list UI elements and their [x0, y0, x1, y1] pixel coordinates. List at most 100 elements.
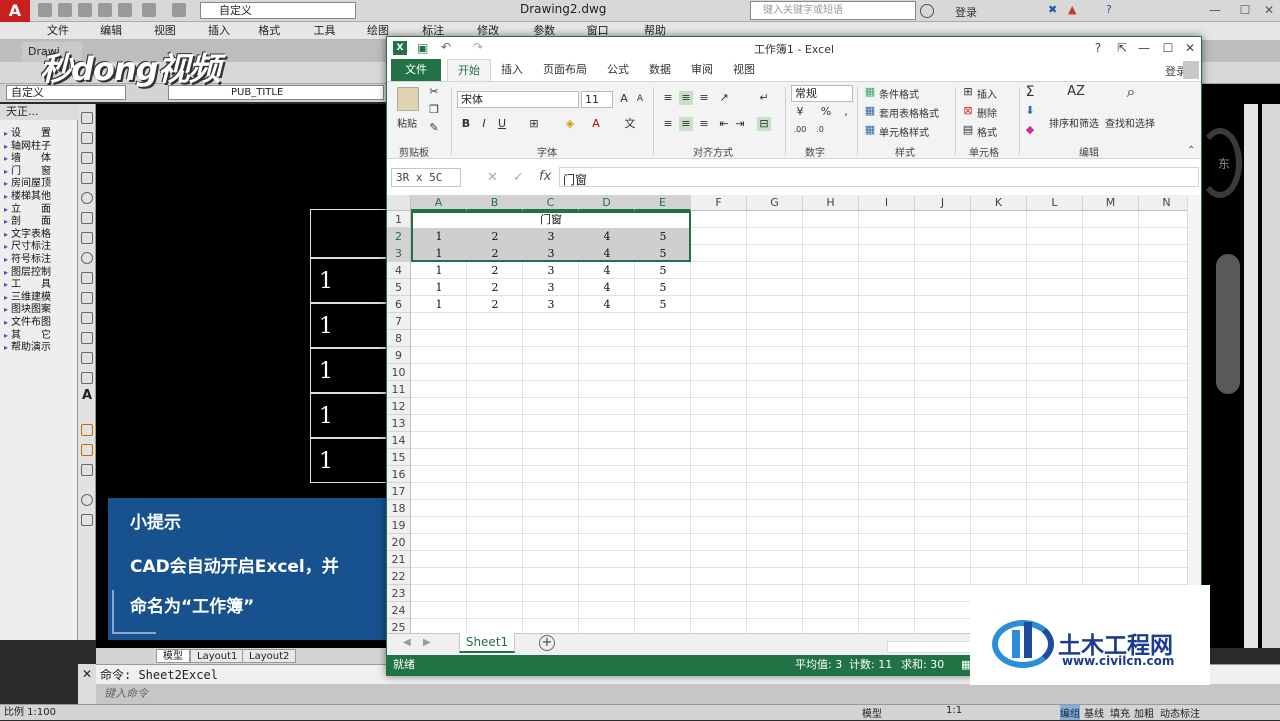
align-middle-icon[interactable]: ≡	[679, 91, 693, 105]
status-dynamic-dim[interactable]: 动态标注	[1160, 705, 1200, 720]
tab-file[interactable]: 文件	[391, 59, 441, 81]
open-file-icon[interactable]	[58, 3, 72, 17]
tz-item-symbol[interactable]: 符号标注	[4, 254, 76, 267]
table-cell[interactable]: 5	[635, 262, 691, 279]
search-input[interactable]: 键入关键字或短语	[750, 1, 916, 20]
row-header[interactable]: 16	[387, 466, 411, 483]
vertical-scrollbar[interactable]	[1187, 195, 1201, 633]
cell-style-icon[interactable]: ▦	[863, 123, 877, 137]
minimize-icon[interactable]: —	[1200, 0, 1230, 20]
fill-icon[interactable]: ⬇	[1023, 104, 1037, 118]
cell-style-button[interactable]: 单元格样式	[879, 124, 929, 139]
menu-tools[interactable]: 工具(T)	[305, 22, 358, 55]
excel-minimize-icon[interactable]: —	[1133, 39, 1155, 57]
table-cell[interactable]: 5	[635, 279, 691, 296]
table-cell[interactable]: 1	[411, 279, 467, 296]
format-painter-icon[interactable]: ✎	[427, 121, 441, 135]
align-center-icon[interactable]: ≡	[679, 117, 693, 131]
insert-cells-button[interactable]: 插入	[977, 86, 997, 101]
copy-icon[interactable]: ❐	[427, 103, 441, 117]
autosum-icon[interactable]: Σ	[1023, 85, 1037, 99]
border-icon[interactable]: ⊞	[527, 117, 541, 131]
table-cell[interactable]: 5	[635, 296, 691, 313]
phonetic-icon[interactable]: 文	[623, 117, 637, 131]
circle-tool-icon[interactable]	[81, 192, 93, 204]
select-all-corner[interactable]	[387, 195, 411, 211]
tab-page-layout[interactable]: 页面布局	[533, 59, 597, 81]
formula-input[interactable]	[559, 167, 1199, 187]
sort-filter-icon[interactable]: AZ	[1065, 85, 1087, 111]
tab-view[interactable]: 视图	[723, 59, 765, 81]
row-header[interactable]: 25	[387, 619, 411, 633]
print-icon[interactable]	[118, 3, 132, 17]
cancel-formula-icon[interactable]: ✕	[487, 170, 498, 185]
tab-review[interactable]: 审阅	[681, 59, 723, 81]
table-cell[interactable]: 4	[579, 279, 635, 296]
table-cell[interactable]: 1	[411, 262, 467, 279]
cut-icon[interactable]: ✂	[427, 85, 441, 99]
percent-icon[interactable]: %	[819, 105, 833, 119]
row-header[interactable]: 19	[387, 517, 411, 534]
row-header[interactable]: 22	[387, 568, 411, 585]
column-header[interactable]: I	[859, 195, 915, 211]
save-icon[interactable]	[78, 3, 92, 17]
merge-center-icon[interactable]: ⊟	[757, 117, 771, 131]
navigation-bar[interactable]	[1216, 254, 1240, 394]
table-cell[interactable]: 3	[523, 279, 579, 296]
conditional-format-button[interactable]: 条件格式	[879, 86, 919, 101]
row-header[interactable]: 6	[387, 296, 411, 313]
row-header[interactable]: 9	[387, 347, 411, 364]
worksheet-grid[interactable]: ABCDEFGHIJKLMN 1 2 3 4 5 6 7 8 9 10 11 12 13 14 15 16 17…	[387, 195, 1187, 633]
help-icon[interactable]: ?	[1106, 3, 1112, 16]
number-format-select[interactable]: 常规	[791, 85, 853, 102]
new-file-icon[interactable]	[38, 3, 52, 17]
column-header[interactable]: N	[1139, 195, 1187, 211]
decrease-decimal-icon[interactable]: .0	[813, 123, 827, 137]
user-avatar[interactable]	[1183, 61, 1199, 79]
enter-formula-icon[interactable]: ✓	[513, 170, 524, 185]
row-header[interactable]: 20	[387, 534, 411, 551]
increase-indent-icon[interactable]: ⇥	[733, 117, 747, 131]
align-bottom-icon[interactable]: ≡	[697, 91, 711, 105]
sort-filter-button[interactable]: 排序和筛选	[1049, 115, 1099, 130]
save-as-icon[interactable]	[98, 3, 112, 17]
table-cell[interactable]: 2	[467, 279, 523, 296]
tz-item-room-roof[interactable]: 房间屋顶	[4, 178, 76, 191]
tz-item-dimension[interactable]: 尺寸标注	[4, 241, 76, 254]
tz-item-wall[interactable]: 墙 体	[4, 153, 76, 166]
tab-layout1[interactable]: Layout1	[190, 649, 245, 663]
exchange-icon[interactable]: ✖	[1048, 3, 1057, 16]
find-select-icon[interactable]: ⌕	[1119, 84, 1143, 111]
redo-icon[interactable]	[172, 3, 186, 17]
autodesk-a360-icon[interactable]: ▲	[1068, 3, 1076, 16]
underline-icon[interactable]: U	[495, 117, 509, 131]
column-header[interactable]: K	[971, 195, 1027, 211]
paint-tool-icon[interactable]	[81, 424, 93, 436]
menu-format[interactable]: 格式(O)	[249, 22, 304, 55]
row-header[interactable]: 15	[387, 449, 411, 466]
menu-file[interactable]: 文件(F)	[38, 22, 91, 55]
table-cell[interactable]: 2	[467, 262, 523, 279]
table-cell[interactable]: 4	[579, 262, 635, 279]
fill-color-icon[interactable]: ◈	[563, 117, 577, 131]
table-cell[interactable]: 2	[467, 296, 523, 313]
point-tool-icon[interactable]	[81, 292, 93, 304]
column-header[interactable]: J	[915, 195, 971, 211]
tab-layout2[interactable]: Layout2	[242, 649, 297, 663]
table-cell[interactable]: 3	[523, 262, 579, 279]
column-header[interactable]: M	[1083, 195, 1139, 211]
row-header[interactable]: 24	[387, 602, 411, 619]
font-name-select[interactable]: 宋体	[457, 91, 579, 108]
polyline-tool-icon[interactable]	[81, 132, 93, 144]
login-link[interactable]: 登录	[955, 4, 977, 20]
table-format-icon[interactable]: ▦	[863, 104, 877, 118]
status-model[interactable]: 模型	[862, 705, 882, 720]
menu-insert[interactable]: 插入(I)	[199, 22, 249, 55]
arc-tool-icon[interactable]	[81, 212, 93, 224]
row-header[interactable]: 4	[387, 262, 411, 279]
polygon-tool-icon[interactable]	[81, 152, 93, 164]
paste-label[interactable]: 粘贴	[397, 115, 417, 130]
align-right-icon[interactable]: ≡	[697, 117, 711, 131]
row-header[interactable]: 11	[387, 381, 411, 398]
column-header[interactable]: C	[523, 195, 579, 211]
